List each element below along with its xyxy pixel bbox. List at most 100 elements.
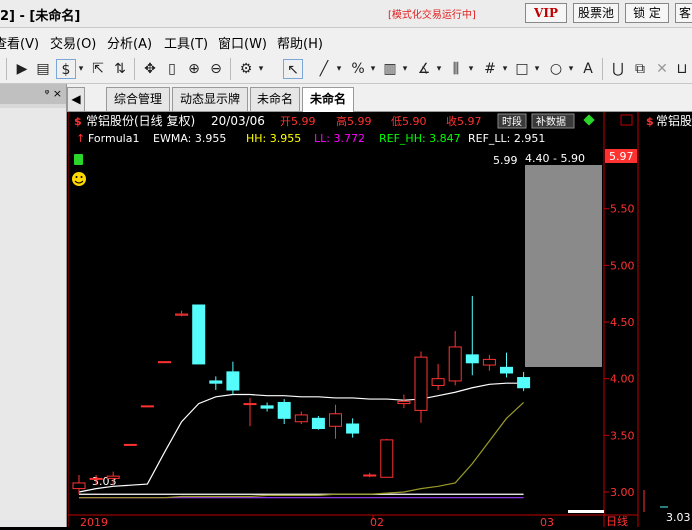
close-price: 收5.97	[446, 114, 482, 128]
smiley-eye-icon	[75, 176, 78, 178]
mode-status-annotation: [模式化交易运行中]	[388, 10, 476, 21]
chevron-down-icon[interactable]: ▾	[76, 59, 86, 79]
tab-dynamic-board[interactable]: 动态显示牌	[172, 87, 248, 111]
chevron-down-icon[interactable]: ▾	[532, 59, 542, 79]
ewma-line	[78, 382, 524, 493]
bar-date: 20/03/06	[211, 114, 265, 128]
percent-tool-icon[interactable]: %	[348, 59, 368, 79]
y-tick-label: 4.00	[610, 373, 635, 386]
fibonacci-tool-icon[interactable]: ▥	[380, 59, 400, 79]
menu-view[interactable]: 查看(V)	[0, 33, 39, 52]
text-tool-icon[interactable]: A	[578, 59, 598, 79]
toolbar: ▶ ▤ $ ▾ ⇱ ⇅ ✥ ▯ ⊕ ⊖ ⚙ ▾ ↖ ╱ ▾ % ▾ ▥ ▾ ∡ …	[0, 54, 692, 84]
chevron-down-icon[interactable]: ▾	[566, 59, 576, 79]
open-price: 开5.99	[280, 115, 316, 128]
export-icon[interactable]: ⇱	[88, 59, 108, 79]
indicator-icon[interactable]: ⇅	[110, 59, 130, 79]
menu-trade[interactable]: 交易(O)	[50, 33, 96, 52]
close-icon[interactable]: ×	[53, 87, 62, 100]
gear-icon[interactable]: ⚙	[236, 59, 256, 79]
menu-help[interactable]: 帮助(H)	[277, 33, 323, 52]
time-period-label: 时段	[502, 115, 522, 128]
tab-unnamed-2[interactable]: 未命名	[302, 87, 354, 112]
magnet-icon[interactable]: ⋃	[608, 59, 628, 79]
candle-body-down	[346, 423, 360, 434]
bar-width-icon[interactable]: ▯	[162, 59, 182, 79]
stock-pool-button[interactable]: 股票池	[573, 3, 619, 23]
lock-button[interactable]: 锁 定	[625, 3, 669, 23]
circle-tool-icon[interactable]: ○	[546, 59, 566, 79]
pointer-icon[interactable]: ↖	[283, 59, 303, 79]
top-price-annotation: 5.99	[493, 154, 518, 167]
candle-body-up	[431, 378, 445, 386]
candle-body-up	[72, 482, 86, 490]
menu-bar: 查看(V) 交易(O) 分析(A) 工具(T) 窗口(W) 帮助(H)	[0, 28, 692, 54]
menu-window[interactable]: 窗口(W)	[218, 33, 267, 52]
move-icon[interactable]: ✥	[140, 59, 160, 79]
formula-hh: HH: 3.955	[246, 132, 301, 145]
toolbar-separator	[6, 58, 7, 80]
pin-icon[interactable]: ᵠ	[45, 87, 50, 100]
candle-body-up	[329, 413, 342, 427]
chevron-down-icon[interactable]: ▾	[400, 59, 410, 79]
formula-up-arrow-icon: ↑	[76, 132, 85, 145]
copy-icon[interactable]: ⧉	[630, 59, 650, 79]
chart-area[interactable]: $ 常铝股份(日线 复权) 20/03/06 开5.99 高5.99 低5.90…	[67, 112, 692, 529]
tab-scroll-left[interactable]: ◀	[67, 87, 85, 111]
maximize-icon[interactable]	[620, 114, 633, 126]
candle-body-down	[192, 304, 206, 365]
angle-tool-icon[interactable]: ∡	[414, 59, 434, 79]
lock-icon[interactable]: ⊔	[672, 59, 692, 79]
y-tick-label: 4.50	[610, 316, 635, 329]
y-tick-label: 5.50	[610, 203, 635, 216]
dollar-icon: $	[74, 115, 82, 128]
candle-body-down	[209, 380, 223, 384]
candle-body-down	[517, 377, 531, 389]
chevron-down-icon[interactable]: ▾	[334, 59, 344, 79]
vip-button[interactable]: VIP	[525, 3, 567, 23]
play-icon[interactable]: ▶	[12, 59, 32, 79]
x-label-02: 02	[370, 516, 384, 527]
candle-body-up	[482, 358, 496, 366]
chevron-down-icon[interactable]: ▾	[500, 59, 510, 79]
chevron-down-icon[interactable]: ▾	[466, 59, 476, 79]
scrollbar-thumb[interactable]	[568, 510, 604, 513]
smiley-eye-icon	[80, 176, 83, 178]
parallel-tool-icon[interactable]: ⫼	[446, 59, 466, 79]
tab-comprehensive[interactable]: 综合管理	[106, 87, 170, 111]
candle-body-up	[363, 474, 377, 477]
tab-unnamed-1[interactable]: 未命名	[250, 87, 300, 111]
candle-body-up	[175, 313, 189, 316]
x-label-2019: 2019	[80, 516, 108, 527]
customer-button[interactable]: 客	[675, 3, 692, 23]
menu-analysis[interactable]: 分析(A)	[107, 33, 152, 52]
formula-ref-hh: REF_HH: 3.847	[379, 132, 461, 145]
kline-chart[interactable]: $ 常铝股份(日线 复权) 20/03/06 开5.99 高5.99 低5.90…	[67, 112, 692, 529]
chevron-down-icon[interactable]: ▾	[256, 59, 266, 79]
formula-ll: LL: 3.772	[314, 132, 365, 145]
rectangle-tool-icon[interactable]: □	[512, 59, 532, 79]
toolbar-separator	[230, 58, 231, 80]
zoom-out-icon[interactable]: ⊖	[206, 59, 226, 79]
chevron-down-icon[interactable]: ▾	[368, 59, 378, 79]
zoom-in-icon[interactable]: ⊕	[184, 59, 204, 79]
price-range-overlay	[525, 165, 602, 367]
lock-status-icon	[74, 154, 83, 165]
chevron-down-icon[interactable]: ▾	[434, 59, 444, 79]
formula-ref-ll: REF_LL: 2.951	[468, 132, 545, 145]
left-panel: ᵠ ×	[0, 84, 67, 527]
grid-tool-icon[interactable]: #	[480, 59, 500, 79]
y-tick-label: 3.50	[610, 429, 635, 442]
line-tool-icon[interactable]: ╱	[314, 59, 334, 79]
candle-body-up	[294, 414, 308, 423]
document-icon[interactable]: ▤	[33, 59, 53, 79]
fill-data-label: 补数据	[536, 115, 566, 128]
delete-icon[interactable]: ✕	[652, 59, 672, 79]
dollar-icon[interactable]: $	[56, 59, 76, 79]
candle-body-up	[158, 361, 171, 364]
indicator-lines	[78, 382, 525, 499]
menu-tools[interactable]: 工具(T)	[164, 33, 208, 52]
candle-body-down	[465, 354, 479, 364]
candle-body-up	[106, 475, 120, 479]
right-stock-name: 常铝股份	[656, 113, 692, 128]
